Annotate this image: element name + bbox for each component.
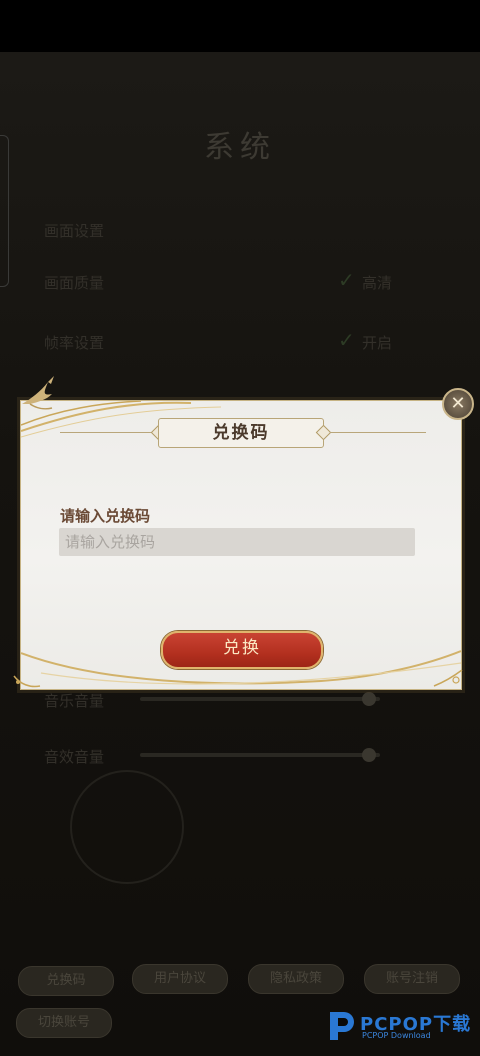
- close-icon: ✕: [450, 393, 466, 414]
- title-divider: [60, 432, 156, 433]
- dialog-title: 兑换码: [158, 418, 324, 448]
- input-label: 请输入兑换码: [60, 507, 151, 525]
- bottom-button[interactable]: 隐私政策: [248, 964, 344, 994]
- slider-label: 音乐音量: [44, 692, 105, 710]
- title-divider: [330, 432, 426, 433]
- settings-row-option: 开启: [362, 334, 393, 352]
- redeem-button[interactable]: 兑换: [161, 631, 323, 669]
- bottom-button[interactable]: 账号注销: [364, 964, 460, 994]
- volume-slider[interactable]: [140, 697, 380, 701]
- settings-row-option: 高清: [362, 274, 393, 292]
- bottom-button[interactable]: 切换账号: [16, 1008, 112, 1038]
- section-heading: 画面设置: [44, 222, 105, 240]
- crane-ornament-icon: [22, 376, 54, 410]
- watermark-subtitle: PCPOP Download: [362, 1031, 431, 1040]
- settings-title: 系统: [204, 130, 276, 165]
- corner-ornament-icon: [13, 675, 41, 688]
- avatar-circle: [70, 770, 184, 884]
- check-icon: ✓: [338, 328, 355, 352]
- settings-row-label: 帧率设置: [44, 334, 105, 352]
- check-icon: ✓: [338, 268, 355, 292]
- status-bar-area: [0, 0, 480, 52]
- settings-row-label: 画面质量: [44, 274, 105, 292]
- redeem-code-input[interactable]: [59, 528, 415, 556]
- pcpop-logo-icon: [330, 1012, 354, 1040]
- bottom-button[interactable]: 兑换码: [18, 966, 114, 996]
- bottom-button[interactable]: 用户协议: [132, 964, 228, 994]
- corner-ornament-icon: [433, 669, 463, 687]
- slider-knob[interactable]: [362, 692, 376, 706]
- slider-label: 音效音量: [44, 748, 105, 766]
- close-button[interactable]: ✕: [442, 388, 474, 420]
- volume-slider[interactable]: [140, 753, 380, 757]
- slider-knob[interactable]: [362, 748, 376, 762]
